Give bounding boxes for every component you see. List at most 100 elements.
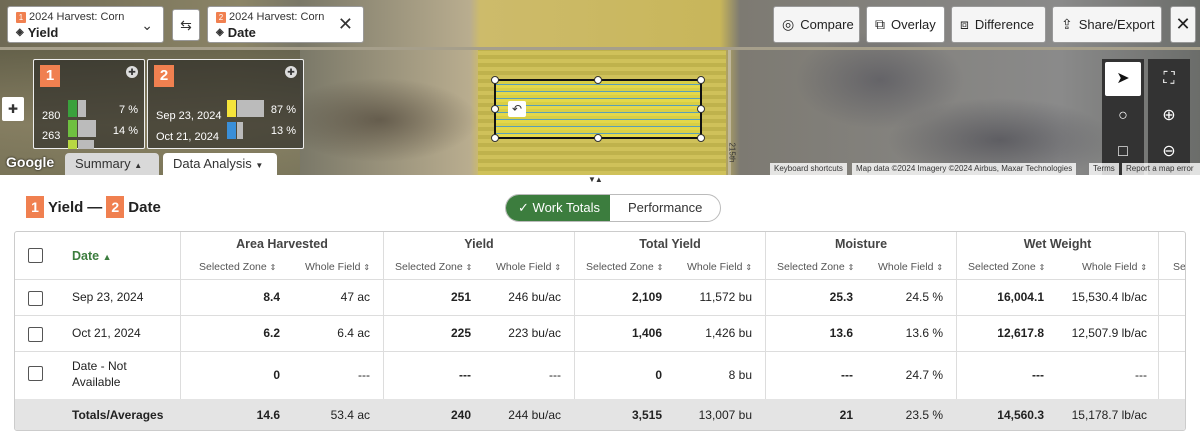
date-column-header[interactable]: Date ▲ [72, 249, 112, 263]
sort-icon: ⇕ [465, 263, 473, 272]
layer1-badge: 1 [16, 11, 26, 23]
legend1-value: 280 [42, 110, 61, 122]
zoom-in-button[interactable]: ⊕ [1151, 99, 1187, 133]
overlay-button[interactable]: ⧉ Overlay [866, 6, 945, 43]
select-tool[interactable]: ➤ [1105, 62, 1141, 96]
layer2-name: Date [227, 25, 256, 40]
sort-icon: ⇕ [936, 263, 944, 272]
selected-zone-cell: 13.6 [829, 326, 853, 340]
resize-handle[interactable] [697, 134, 705, 142]
subheader-selected-zone[interactable]: Selected Zone ⇕ [777, 261, 854, 273]
layer1-title: 2024 Harvest: Corn [29, 11, 125, 23]
difference-button[interactable]: ⧈ Difference [951, 6, 1046, 43]
swap-icon: ⇆ [180, 17, 192, 33]
layer2-title: 2024 Harvest: Corn [229, 11, 325, 23]
circle-tool[interactable]: ○ [1105, 99, 1141, 133]
close-icon[interactable]: ✕ [338, 14, 353, 35]
report-error-link[interactable]: Report a map error [1122, 163, 1200, 175]
legend-bar [237, 122, 243, 139]
subheader-whole-field[interactable]: Whole Field ⇕ [878, 261, 943, 273]
heading-badge-2: 2 [106, 196, 125, 218]
resize-handle[interactable] [491, 105, 499, 113]
selected-zone-cell: --- [841, 368, 853, 382]
legend2-value: Sep 23, 2024 [156, 110, 222, 122]
map-view[interactable]: 215th ↶ 1 2024 Harvest: Corn ◈ Yield ⌄ ⇆ 2… [0, 0, 1200, 175]
subheader-selected-zone[interactable]: Selected Zone ⇕ [968, 261, 1045, 273]
sort-asc-icon: ▲ [102, 252, 112, 262]
row-checkbox[interactable] [28, 366, 43, 381]
subheader-selected-zone[interactable]: Selected Zone ⇕ [586, 261, 663, 273]
settings-icon[interactable]: ✚ [126, 66, 138, 78]
subheader-whole-field[interactable]: Whole Field ⇕ [1082, 261, 1147, 273]
square-icon: □ [1118, 143, 1128, 160]
subheader-label: Whole Field [687, 261, 743, 273]
subheader-whole-field[interactable]: Whole Field ⇕ [496, 261, 561, 273]
whole-field-cell: 223 bu/ac [508, 326, 561, 340]
fullscreen-button[interactable]: ⛶ [1151, 62, 1187, 96]
row-divider [15, 351, 1185, 352]
layer1-name: Yield [27, 25, 59, 40]
fullscreen-icon: ⛶ [1163, 70, 1175, 87]
comparison-heading: 1 Yield — 2 Date [26, 196, 161, 218]
compare-button[interactable]: ◎ Compare [773, 6, 860, 43]
swap-layers-button[interactable]: ⇆ [172, 9, 200, 41]
subheader-selected-zone[interactable]: Selected Zone ⇕ [199, 261, 276, 273]
close-button[interactable]: ✕ [1170, 6, 1196, 43]
row-divider [15, 315, 1185, 316]
subheader-selected-zone[interactable]: Selected Zone ⇕ [395, 261, 472, 273]
subheader-whole-field[interactable]: Whole Field ⇕ [305, 261, 370, 273]
share-export-button[interactable]: ⇪ Share/Export [1052, 6, 1162, 43]
overlay-label: Overlay [891, 17, 936, 32]
settings-icon[interactable]: ✚ [285, 66, 297, 78]
layer2-selector[interactable]: 2 2024 Harvest: Corn ◈ Date ✕ [207, 6, 364, 43]
header-wet-weight: Wet Weight [1023, 237, 1092, 251]
map-layers-button[interactable]: ✚ [2, 97, 24, 121]
layers-icon: ◈ [216, 27, 224, 38]
resize-handle[interactable] [594, 76, 602, 84]
tab-summary[interactable]: Summary ▲ [65, 153, 159, 175]
date-cell: Sep 23, 2024 [72, 290, 144, 304]
legend-bar [78, 140, 94, 149]
check-icon: ✓ [518, 200, 529, 215]
undo-icon[interactable]: ↶ [508, 101, 526, 117]
selected-zone-cell: --- [459, 368, 471, 382]
legend-swatch [227, 100, 236, 117]
layer1-selector[interactable]: 1 2024 Harvest: Corn ◈ Yield ⌄ [7, 6, 164, 43]
legend2-pct: 13 % [270, 125, 296, 137]
select-all-checkbox[interactable] [28, 248, 43, 263]
work-totals-toggle[interactable]: ✓ Work Totals [506, 195, 610, 221]
resize-handle[interactable] [697, 76, 705, 84]
map-attribution: Map data ©2024 Imagery ©2024 Airbus, Max… [852, 163, 1077, 175]
subheader-label: Selected Zone [968, 261, 1036, 273]
resize-handle[interactable] [697, 105, 705, 113]
performance-toggle[interactable]: Performance [610, 195, 720, 221]
legend-bar [237, 100, 264, 117]
terms-link[interactable]: Terms [1089, 163, 1119, 175]
resize-handle[interactable] [594, 134, 602, 142]
work-totals-label: Work Totals [532, 200, 600, 215]
export-icon: ⇪ [1061, 16, 1073, 32]
subheader-label: Selected Zone [395, 261, 463, 273]
layer2-badge: 2 [216, 11, 226, 23]
legend-card-2[interactable]: 2 ✚ Sep 23, 2024 87 % Oct 21, 2024 13 % [147, 59, 304, 149]
header-area-harvested: Area Harvested [236, 237, 328, 251]
subheader-label: Whole Field [496, 261, 552, 273]
resize-handle[interactable] [491, 76, 499, 84]
caret-down-icon: ▼ [255, 161, 264, 170]
row-checkbox[interactable] [28, 291, 43, 306]
selected-zone-cell: 0 [655, 368, 662, 382]
sort-icon: ⇕ [745, 263, 753, 272]
keyboard-shortcuts-link[interactable]: Keyboard shortcuts [770, 163, 847, 175]
totals-label: Totals/Averages [72, 408, 164, 422]
panel-resize-handle[interactable]: ▼▲ [588, 175, 603, 184]
resize-handle[interactable] [491, 134, 499, 142]
zone-selection[interactable]: ↶ [491, 76, 705, 142]
legend-card-1[interactable]: 1 ✚ 280 7 % 263 14 % [33, 59, 145, 149]
tab-data-analysis[interactable]: Data Analysis ▼ [163, 153, 277, 175]
selected-zone-cell: 1,406 [631, 326, 662, 340]
selected-zone-cell: 25.3 [829, 290, 853, 304]
selected-zone-cell: 251 [450, 290, 471, 304]
row-checkbox[interactable] [28, 327, 43, 342]
subheader-whole-field[interactable]: Whole Field ⇕ [687, 261, 752, 273]
whole-field-cell: 6.4 ac [337, 326, 370, 340]
